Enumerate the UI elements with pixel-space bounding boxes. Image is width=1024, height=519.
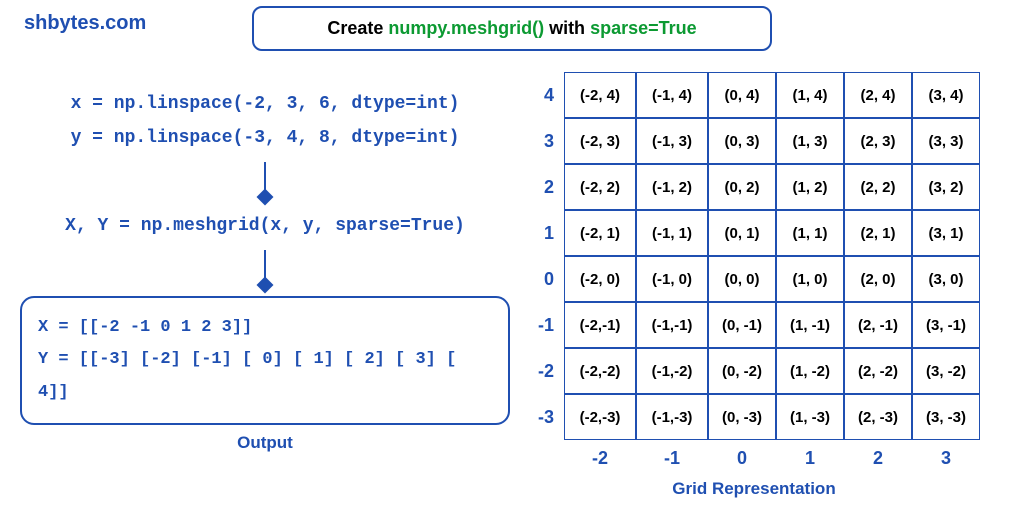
output-y: Y = [[-3] [-2] [-1] [ 0] [ 1] [ 2] [ 3] … (38, 344, 492, 409)
grid-cell: (2, -2) (844, 348, 912, 394)
grid-cell: (2, 2) (844, 164, 912, 210)
x-axis-label: 0 (708, 448, 776, 469)
y-axis-label: -1 (528, 315, 564, 336)
grid-cell: (1, 1) (776, 210, 844, 256)
grid-cell: (0, 0) (708, 256, 776, 302)
grid-cell: (1, 3) (776, 118, 844, 164)
x-axis-label: 1 (776, 448, 844, 469)
grid-cell: (3, -1) (912, 302, 980, 348)
grid-cell: (0, 4) (708, 72, 776, 118)
grid-row: -3(-2,-3)(-1,-3)(0, -3)(1, -3)(2, -3)(3,… (528, 394, 980, 440)
title-func: numpy.meshgrid() (388, 18, 544, 38)
y-axis-label: -2 (528, 361, 564, 382)
grid-cell: (3, 4) (912, 72, 980, 118)
grid-cell: (-1, 1) (636, 210, 708, 256)
x-axis-label: 2 (844, 448, 912, 469)
grid-cell: (2, 0) (844, 256, 912, 302)
grid-cell: (2, -1) (844, 302, 912, 348)
grid-cell: (-1, 3) (636, 118, 708, 164)
grid-cell: (-1, 2) (636, 164, 708, 210)
grid-cell: (-2,-2) (564, 348, 636, 394)
x-axis-label: -1 (636, 448, 708, 469)
code-line-y: y = np.linspace(-3, 4, 8, dtype=int) (20, 128, 510, 148)
grid-cell: (-2,-1) (564, 302, 636, 348)
grid-cell: (-2, 3) (564, 118, 636, 164)
grid-cell: (-2, 2) (564, 164, 636, 210)
grid-cell: (0, -3) (708, 394, 776, 440)
grid-cell: (3, 2) (912, 164, 980, 210)
output-box: X = [[-2 -1 0 1 2 3]] Y = [[-3] [-2] [-1… (20, 296, 510, 425)
title-prefix: Create (327, 18, 388, 38)
grid-cell: (1, 2) (776, 164, 844, 210)
grid-cell: (1, -2) (776, 348, 844, 394)
title-arg: sparse=True (590, 18, 697, 38)
grid-row: 2(-2, 2)(-1, 2)(0, 2)(1, 2)(2, 2)(3, 2) (528, 164, 980, 210)
y-axis-label: -3 (528, 407, 564, 428)
grid-caption: Grid Representation (528, 479, 944, 499)
grid-cell: (2, 1) (844, 210, 912, 256)
grid-cell: (3, 1) (912, 210, 980, 256)
code-line-x: x = np.linspace(-2, 3, 6, dtype=int) (20, 94, 510, 114)
arrow-down-icon (264, 162, 266, 202)
grid-cell: (-1, 4) (636, 72, 708, 118)
grid-cell: (-1,-3) (636, 394, 708, 440)
grid-cell: (3, 3) (912, 118, 980, 164)
grid-cell: (1, 4) (776, 72, 844, 118)
grid-cell: (-2,-3) (564, 394, 636, 440)
page-title-box: Create numpy.meshgrid() with sparse=True (252, 6, 772, 51)
x-axis-label: -2 (564, 448, 636, 469)
title-mid: with (544, 18, 590, 38)
y-axis-label: 0 (528, 269, 564, 290)
grid-row: 0(-2, 0)(-1, 0)(0, 0)(1, 0)(2, 0)(3, 0) (528, 256, 980, 302)
grid-cell: (2, 3) (844, 118, 912, 164)
grid-cell: (1, -1) (776, 302, 844, 348)
grid-cell: (-1,-2) (636, 348, 708, 394)
site-title: shbytes.com (24, 12, 146, 35)
code-flow: x = np.linspace(-2, 3, 6, dtype=int) y =… (20, 80, 510, 453)
grid-representation: 4(-2, 4)(-1, 4)(0, 4)(1, 4)(2, 4)(3, 4)3… (528, 72, 1010, 499)
x-axis-label: 3 (912, 448, 980, 469)
grid-cell: (0, -2) (708, 348, 776, 394)
grid-cell: (1, -3) (776, 394, 844, 440)
grid-cell: (-1,-1) (636, 302, 708, 348)
output-label: Output (20, 433, 510, 453)
grid-cell: (2, -3) (844, 394, 912, 440)
y-axis-label: 1 (528, 223, 564, 244)
grid-row: -1(-2,-1)(-1,-1)(0, -1)(1, -1)(2, -1)(3,… (528, 302, 980, 348)
grid-cell: (-2, 1) (564, 210, 636, 256)
y-axis-label: 3 (528, 131, 564, 152)
grid-cell: (0, -1) (708, 302, 776, 348)
grid-cell: (3, -2) (912, 348, 980, 394)
grid-cell: (1, 0) (776, 256, 844, 302)
code-line-meshgrid: X, Y = np.meshgrid(x, y, sparse=True) (20, 216, 510, 236)
grid-row: 4(-2, 4)(-1, 4)(0, 4)(1, 4)(2, 4)(3, 4) (528, 72, 980, 118)
grid-cell: (0, 1) (708, 210, 776, 256)
grid-cell: (-2, 0) (564, 256, 636, 302)
grid-cell: (0, 3) (708, 118, 776, 164)
y-axis-label: 4 (528, 85, 564, 106)
grid-cell: (2, 4) (844, 72, 912, 118)
grid-row: 3(-2, 3)(-1, 3)(0, 3)(1, 3)(2, 3)(3, 3) (528, 118, 980, 164)
grid-cell: (-1, 0) (636, 256, 708, 302)
arrow-down-icon (264, 250, 266, 290)
grid-cell: (0, 2) (708, 164, 776, 210)
grid-row: 1(-2, 1)(-1, 1)(0, 1)(1, 1)(2, 1)(3, 1) (528, 210, 980, 256)
grid-cell: (-2, 4) (564, 72, 636, 118)
y-axis-label: 2 (528, 177, 564, 198)
grid-cell: (3, 0) (912, 256, 980, 302)
grid-row: -2(-2,-2)(-1,-2)(0, -2)(1, -2)(2, -2)(3,… (528, 348, 980, 394)
grid-cell: (3, -3) (912, 394, 980, 440)
output-x: X = [[-2 -1 0 1 2 3]] (38, 312, 492, 344)
